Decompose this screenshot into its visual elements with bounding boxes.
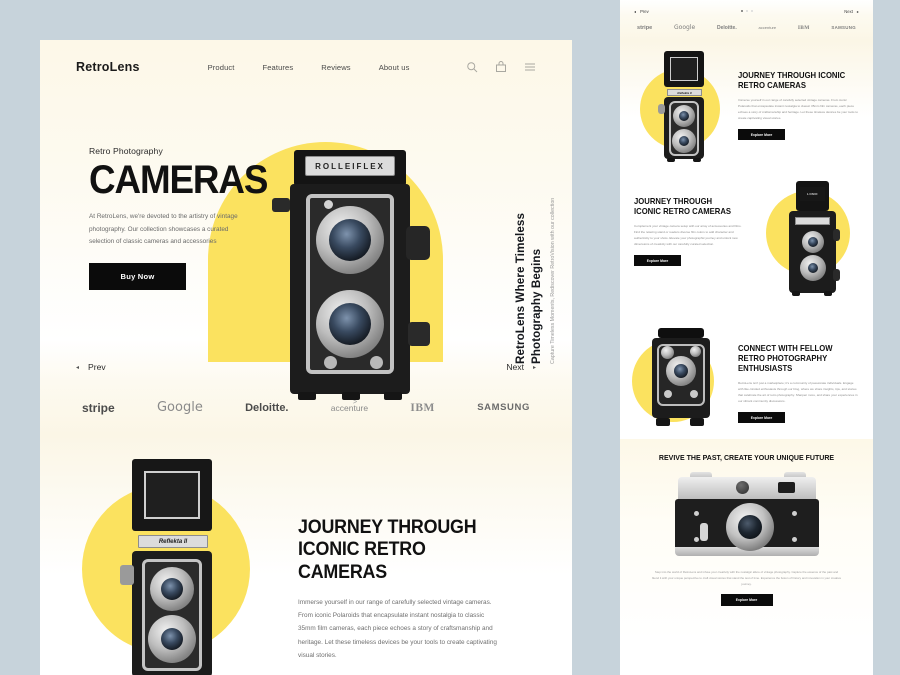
thumb-slider-dot-1[interactable]: [740, 10, 743, 12]
thumb-final-explore-button[interactable]: Explore More: [720, 594, 773, 607]
search-icon[interactable]: [466, 61, 478, 73]
nav-item-about-us[interactable]: About us: [379, 63, 410, 72]
thumb-partner-logo-strip: stripe Google Deloitte. accenture IBM SA…: [620, 16, 873, 41]
header-icon-group: [466, 61, 536, 73]
primary-nav: Product Features Reviews About us: [208, 63, 410, 72]
thumb-section-3-title: CONNECT WITH FELLOW RETRO PHOTOGRAPHY EN…: [738, 344, 833, 373]
thumb-slider-dots: [620, 10, 873, 12]
thumb-section-2-explore-button[interactable]: Explore More: [634, 255, 681, 267]
hero-paragraph: At RetroLens, we're devoted to the artis…: [89, 213, 238, 246]
body-screw-3: [693, 536, 699, 542]
thumb-section-2-image: LOMO: [750, 169, 873, 314]
thumb-camera-3: [650, 326, 712, 430]
thumb-final-cta-section: REVIVE THE PAST, CREATE YOUR UNIQUE FUTU…: [620, 439, 873, 639]
journey-title: JOURNEY THROUGH ICONIC RETRO CAMERAS: [298, 517, 477, 583]
screenshot-stage: RetroLens Product Features Reviews About…: [0, 0, 900, 675]
thumb-camera-2: LOMO: [786, 181, 840, 299]
thumb-section-journey-1: Reflekta II JOURNEY THROUGH ICONIC RETRO…: [620, 41, 873, 169]
shutter-button: [735, 480, 749, 494]
logo-ibm: IBM: [410, 401, 435, 414]
thumb-section-1-explore-button[interactable]: Explore More: [738, 129, 785, 141]
thumb-section-1-title: JOURNEY THROUGH ICONIC RETRO CAMERAS: [738, 71, 846, 90]
thumb-logo-ibm: IBM: [797, 24, 810, 31]
body-screw-1: [693, 510, 699, 516]
journey-paragraph: Immerse yourself in our range of careful…: [298, 599, 497, 659]
thumb-logo-accenture: accenture: [758, 25, 777, 30]
hero-vertical-text-block: RetroLens Where Timeless Photography Beg…: [513, 152, 558, 367]
journey-image-column: Reflekta II: [40, 445, 298, 675]
hero-copy: Retro Photography CAMERAS At RetroLens, …: [89, 146, 269, 290]
logo-accenture: > accenture: [330, 398, 369, 413]
viewfinder-window: [777, 481, 795, 493]
hero-vertical-title: RetroLens Where Timeless Photography Beg…: [514, 212, 544, 364]
thumb-section-1-paragraph: Immerse yourself in our range of careful…: [738, 98, 858, 121]
thumb-section-community: CONNECT WITH FELLOW RETRO PHOTOGRAPHY EN…: [620, 314, 873, 439]
nav-item-product[interactable]: Product: [208, 63, 235, 72]
thumb-section-2-paragraph: Complement your vintage camera setup wit…: [634, 224, 742, 247]
thumb-camera-2-plate: LOMO: [800, 187, 825, 201]
logo-samsung: SAMSUNG: [477, 402, 530, 413]
journey-camera-plate: Reflekta II: [138, 535, 208, 548]
self-timer-lever: [699, 522, 708, 541]
buy-now-button[interactable]: Buy Now: [89, 262, 186, 290]
bag-icon[interactable]: [495, 61, 507, 73]
thumb-logo-google: Google: [674, 24, 696, 31]
thumb-final-paragraph: Step into the world of RetroLens and inf…: [651, 569, 842, 587]
thumb-camera-1-plate: Reflekta II: [667, 89, 702, 96]
thumb-slider-dot-3[interactable]: [750, 10, 753, 12]
thumb-logo-deloitte: Deloitte.: [717, 24, 737, 31]
thumb-section-3-explore-button[interactable]: Explore More: [738, 412, 785, 424]
hero-section: RetroLens Product Features Reviews About…: [40, 40, 572, 400]
thumb-section-journey-2: JOURNEY THROUGH ICONIC RETRO CAMERAS Com…: [620, 169, 873, 314]
thumb-section-2-title: JOURNEY THROUGH ICONIC RETRO CAMERAS: [634, 197, 732, 216]
thumb-section-3-paragraph: RetroLens isn't just a marketplace; it's…: [738, 381, 858, 404]
hero-eyebrow: Retro Photography: [89, 146, 163, 156]
nav-item-features[interactable]: Features: [263, 63, 294, 72]
journey-camera-image: Reflekta II: [120, 459, 225, 675]
page-title: CAMERAS: [89, 158, 268, 202]
thumb-camera-1: Reflekta II: [658, 51, 710, 166]
body-screw-2: [791, 510, 797, 516]
thumb-section-3-text: CONNECT WITH FELLOW RETRO PHOTOGRAPHY EN…: [738, 314, 873, 439]
menu-icon[interactable]: [524, 61, 536, 73]
hero-body: Retro Photography CAMERAS At RetroLens, …: [40, 74, 572, 400]
hero-camera-image: ROLLEIFLEX: [272, 150, 432, 402]
camera-brand-plate: ROLLEIFLEX: [305, 156, 395, 176]
slider-prev-label: Prev: [88, 362, 106, 372]
brand-logo[interactable]: RetroLens: [76, 60, 140, 74]
thumb-slider-dot-2[interactable]: [745, 10, 748, 12]
logo-google: Google: [156, 400, 203, 415]
logo-deloitte: Deloitte.: [245, 401, 289, 414]
slider-prev-button[interactable]: ◂ Prev: [76, 362, 106, 372]
thumb-slider-controls: ◂ Prev Next ▸: [620, 0, 873, 16]
nav-item-reviews[interactable]: Reviews: [321, 63, 350, 72]
thumb-section-1-image: Reflekta II: [620, 41, 738, 169]
thumb-section-1-text: JOURNEY THROUGH ICONIC RETRO CAMERAS Imm…: [738, 41, 873, 169]
journey-section: Reflekta II JOURNEY THROUGH ICONIC RETRO…: [40, 435, 572, 675]
chevron-left-icon: ◂: [76, 364, 80, 371]
logo-stripe: stripe: [82, 400, 115, 415]
thumb-section-3-image: [620, 314, 738, 439]
thumb-final-camera-image: [672, 471, 822, 563]
thumb-final-title: REVIVE THE PAST, CREATE YOUR UNIQUE FUTU…: [658, 453, 835, 462]
thumb-logo-stripe: stripe: [637, 24, 653, 31]
journey-text-column: JOURNEY THROUGH ICONIC RETRO CAMERAS Imm…: [298, 445, 538, 675]
secondary-page-panel: ◂ Prev Next ▸ stripe Google Deloitte. ac…: [620, 0, 873, 675]
hero-vertical-subtitle: Capture Timeless Moments, Rediscover Ret…: [550, 197, 556, 364]
lens-glass: [737, 514, 762, 539]
main-page-panel: RetroLens Product Features Reviews About…: [40, 40, 572, 675]
body-screw-4: [791, 536, 797, 542]
thumb-logo-samsung: SAMSUNG: [831, 25, 856, 30]
site-header: RetroLens Product Features Reviews About…: [40, 40, 572, 74]
thumb-section-2-text: JOURNEY THROUGH ICONIC RETRO CAMERAS Com…: [620, 169, 750, 314]
